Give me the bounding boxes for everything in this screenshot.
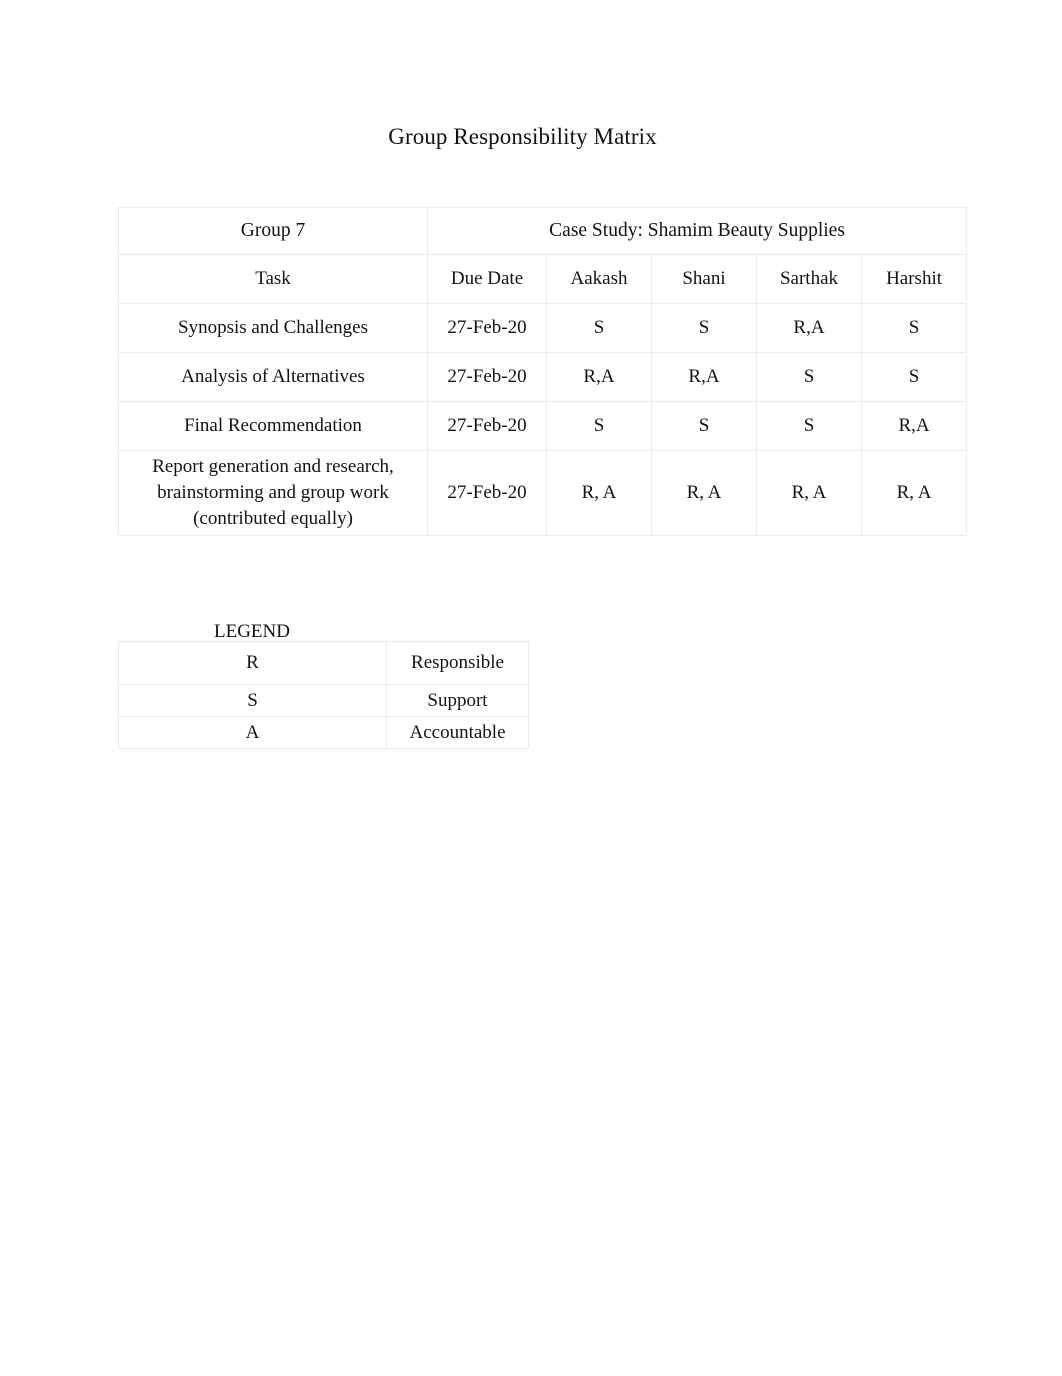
table-row: Report generation and research, brainsto…	[118, 450, 968, 536]
column-header-task: Task	[118, 254, 428, 304]
task-line: (contributed equally)	[193, 508, 353, 529]
due-date-cell: 27-Feb-20	[427, 352, 547, 402]
legend-meaning-cell: Support	[386, 684, 529, 717]
task-line: Report generation and research,	[152, 456, 394, 477]
table-row: Final Recommendation 27-Feb-20 S S S R,A	[118, 401, 968, 451]
assignment-cell-harshit: R, A	[860, 450, 968, 536]
assignment-cell-sarthak: S	[756, 401, 862, 451]
group-label-cell: Group 7	[118, 207, 428, 255]
assignment-cell-sarthak: R,A	[756, 303, 862, 353]
column-header-aakash: Aakash	[546, 254, 652, 304]
task-cell: Final Recommendation	[118, 401, 428, 451]
due-date-cell: 27-Feb-20	[427, 450, 547, 536]
column-header-due-date: Due Date	[427, 254, 547, 304]
table-row-column-headers: Task Due Date Aakash Shani Sarthak Harsh…	[118, 254, 968, 304]
assignment-cell-shani: S	[651, 303, 757, 353]
assignment-cell-harshit: S	[860, 352, 968, 402]
assignment-cell-harshit: S	[860, 303, 968, 353]
responsibility-matrix-table: Group 7 Case Study: Shamim Beauty Suppli…	[118, 207, 968, 536]
task-cell: Analysis of Alternatives	[118, 352, 428, 402]
task-line: brainstorming and group work	[157, 482, 389, 503]
legend-row: S Support	[118, 684, 529, 717]
legend-table: R Responsible S Support A Accountable	[118, 641, 529, 749]
assignment-cell-shani: R, A	[651, 450, 757, 536]
assignment-cell-aakash: R, A	[546, 450, 652, 536]
due-date-cell: 27-Feb-20	[427, 303, 547, 353]
assignment-cell-harshit: R,A	[860, 401, 968, 451]
table-row-group-header: Group 7 Case Study: Shamim Beauty Suppli…	[118, 207, 968, 255]
assignment-cell-aakash: S	[546, 303, 652, 353]
assignment-cell-shani: R,A	[651, 352, 757, 402]
assignment-cell-sarthak: S	[756, 352, 862, 402]
due-date-cell: 27-Feb-20	[427, 401, 547, 451]
assignment-cell-aakash: R,A	[546, 352, 652, 402]
legend-row: R Responsible	[118, 641, 529, 685]
document-page: Group Responsibility Matrix Group 7 Case…	[0, 0, 1062, 1376]
legend-meaning-cell: Responsible	[386, 641, 529, 685]
table-row: Synopsis and Challenges 27-Feb-20 S S R,…	[118, 303, 968, 353]
column-header-shani: Shani	[651, 254, 757, 304]
table-row: Analysis of Alternatives 27-Feb-20 R,A R…	[118, 352, 968, 402]
task-cell: Synopsis and Challenges	[118, 303, 428, 353]
task-cell: Report generation and research, brainsto…	[118, 450, 428, 536]
column-header-harshit: Harshit	[860, 254, 968, 304]
legend-code-cell: S	[118, 684, 387, 717]
legend-row: A Accountable	[118, 716, 529, 749]
assignment-cell-sarthak: R, A	[756, 450, 862, 536]
page-title: Group Responsibility Matrix	[388, 124, 657, 149]
column-header-sarthak: Sarthak	[756, 254, 862, 304]
assignment-cell-aakash: S	[546, 401, 652, 451]
legend-meaning-cell: Accountable	[386, 716, 529, 749]
case-study-label-cell: Case Study: Shamim Beauty Supplies	[426, 207, 968, 255]
legend-code-cell: A	[118, 716, 387, 749]
assignment-cell-shani: S	[651, 401, 757, 451]
legend-code-cell: R	[118, 641, 387, 685]
